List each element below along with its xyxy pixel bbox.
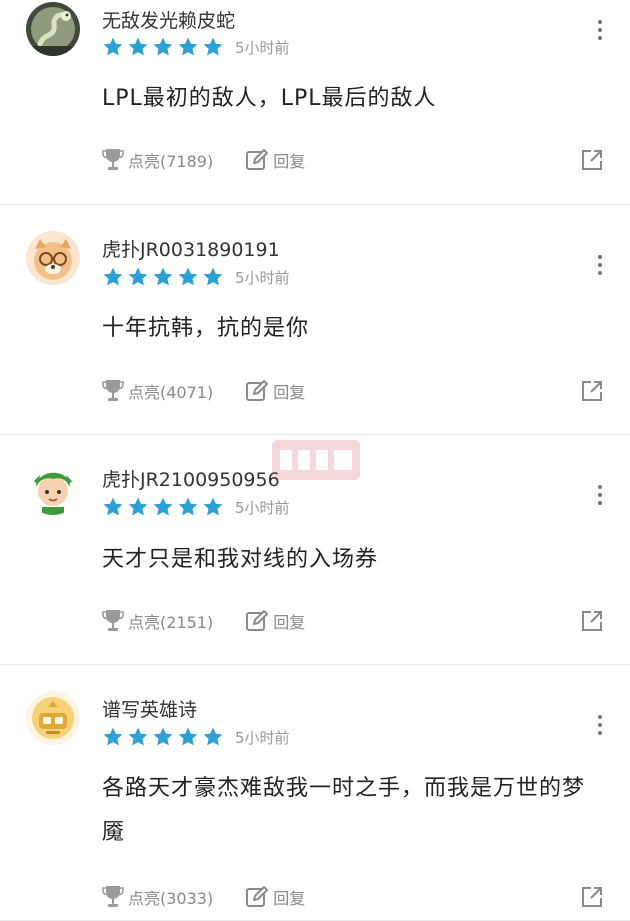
comment-item: 虎扑JR2100950956 5小时前 天才只是和我对线的入场券 点亮(2151… (0, 435, 630, 665)
star-rating: 5小时前 (102, 495, 290, 519)
star-icon (103, 727, 123, 746)
trophy-icon (102, 886, 124, 907)
comment-actions: 点亮(4071) 回复 (102, 376, 604, 406)
reply-button[interactable]: 回复 (245, 379, 305, 403)
share-button[interactable] (580, 379, 604, 403)
like-count: 点亮(7189) (128, 152, 214, 171)
star-icon (178, 727, 198, 746)
star-rating: 5小时前 (102, 725, 290, 749)
comment-item: 虎扑JR0031890191 5小时前 十年抗韩，抗的是你 点亮(4071) 回… (0, 205, 630, 435)
star-icon (153, 727, 173, 746)
star-icon (153, 497, 173, 516)
star-icon (203, 37, 223, 56)
comment-text: 各路天才豪杰难敌我一时之手，而我是万世的梦魇 (102, 776, 586, 845)
like-button[interactable]: 点亮(2151) (102, 608, 213, 634)
dog-avatar[interactable] (26, 231, 80, 285)
star-icon (128, 267, 148, 286)
star-icon (153, 37, 173, 56)
share-button[interactable] (580, 148, 604, 172)
more-options-button[interactable] (584, 249, 616, 281)
trophy-icon (102, 149, 124, 170)
reply-label: 回复 (273, 889, 306, 908)
share-icon (582, 150, 602, 170)
comment-item: 谱写英雄诗 5小时前 各路天才豪杰难敌我一时之手，而我是万世的梦魇 点亮(303… (0, 665, 630, 921)
comment-text: 天才只是和我对线的入场券 (102, 547, 379, 572)
comment-text: 十年抗韩，抗的是你 (102, 316, 310, 341)
star-icon (153, 267, 173, 286)
more-options-button[interactable] (584, 14, 616, 46)
more-options-button[interactable] (584, 709, 616, 741)
like-count: 点亮(2151) (128, 613, 214, 632)
reply-label: 回复 (273, 613, 306, 632)
reply-button[interactable]: 回复 (245, 609, 305, 633)
like-count: 点亮(3033) (128, 889, 214, 908)
username[interactable]: 无敌发光赖皮蛇 (102, 6, 235, 33)
share-icon (582, 611, 602, 631)
comment-time: 5小时前 (235, 268, 290, 287)
comment-time: 5小时前 (235, 38, 290, 57)
star-icon (103, 497, 123, 516)
share-button[interactable] (580, 609, 604, 633)
username[interactable]: 谱写英雄诗 (102, 695, 197, 722)
share-button[interactable] (580, 885, 604, 909)
username[interactable]: 虎扑JR0031890191 (102, 235, 280, 262)
star-icon (128, 37, 148, 56)
comment-actions: 点亮(3033) 回复 (102, 882, 604, 912)
username[interactable]: 虎扑JR2100950956 (102, 465, 280, 492)
star-icon (128, 497, 148, 516)
star-icon (103, 267, 123, 286)
share-icon (582, 887, 602, 907)
like-count: 点亮(4071) (128, 383, 214, 402)
star-icon (203, 497, 223, 516)
share-icon (582, 381, 602, 401)
like-button[interactable]: 点亮(4071) (102, 378, 213, 404)
star-icon (178, 497, 198, 516)
trophy-icon (102, 380, 124, 401)
comment-text: LPL最初的敌人，LPL最后的敌人 (102, 86, 437, 111)
like-button[interactable]: 点亮(7189) (102, 147, 213, 173)
star-icon (128, 727, 148, 746)
star-icon (203, 727, 223, 746)
star-rating: 5小时前 (102, 265, 290, 289)
star-icon (203, 267, 223, 286)
star-icon (178, 267, 198, 286)
edit-reply-icon (246, 610, 269, 631)
reply-button[interactable]: 回复 (245, 885, 305, 909)
edit-reply-icon (246, 380, 269, 401)
comment-item: 无敌发光赖皮蛇 5小时前 LPL最初的敌人，LPL最后的敌人 点亮(7189) … (0, 0, 630, 205)
comment-actions: 点亮(7189) 回复 (102, 145, 604, 175)
robot-avatar[interactable] (26, 691, 80, 745)
comment-actions: 点亮(2151) 回复 (102, 606, 604, 636)
comment-time: 5小时前 (235, 728, 290, 747)
edit-reply-icon (246, 149, 269, 170)
comment-time: 5小时前 (235, 498, 290, 517)
reply-label: 回复 (273, 383, 306, 402)
star-rating: 5小时前 (102, 35, 290, 59)
more-options-button[interactable] (584, 479, 616, 511)
star-icon (103, 37, 123, 56)
star-icon (178, 37, 198, 56)
snake-avatar[interactable] (26, 2, 80, 56)
green-hair-avatar[interactable] (26, 461, 80, 515)
like-button[interactable]: 点亮(3033) (102, 884, 213, 910)
edit-reply-icon (246, 886, 269, 907)
trophy-icon (102, 610, 124, 631)
reply-button[interactable]: 回复 (245, 148, 305, 172)
reply-label: 回复 (273, 152, 306, 171)
